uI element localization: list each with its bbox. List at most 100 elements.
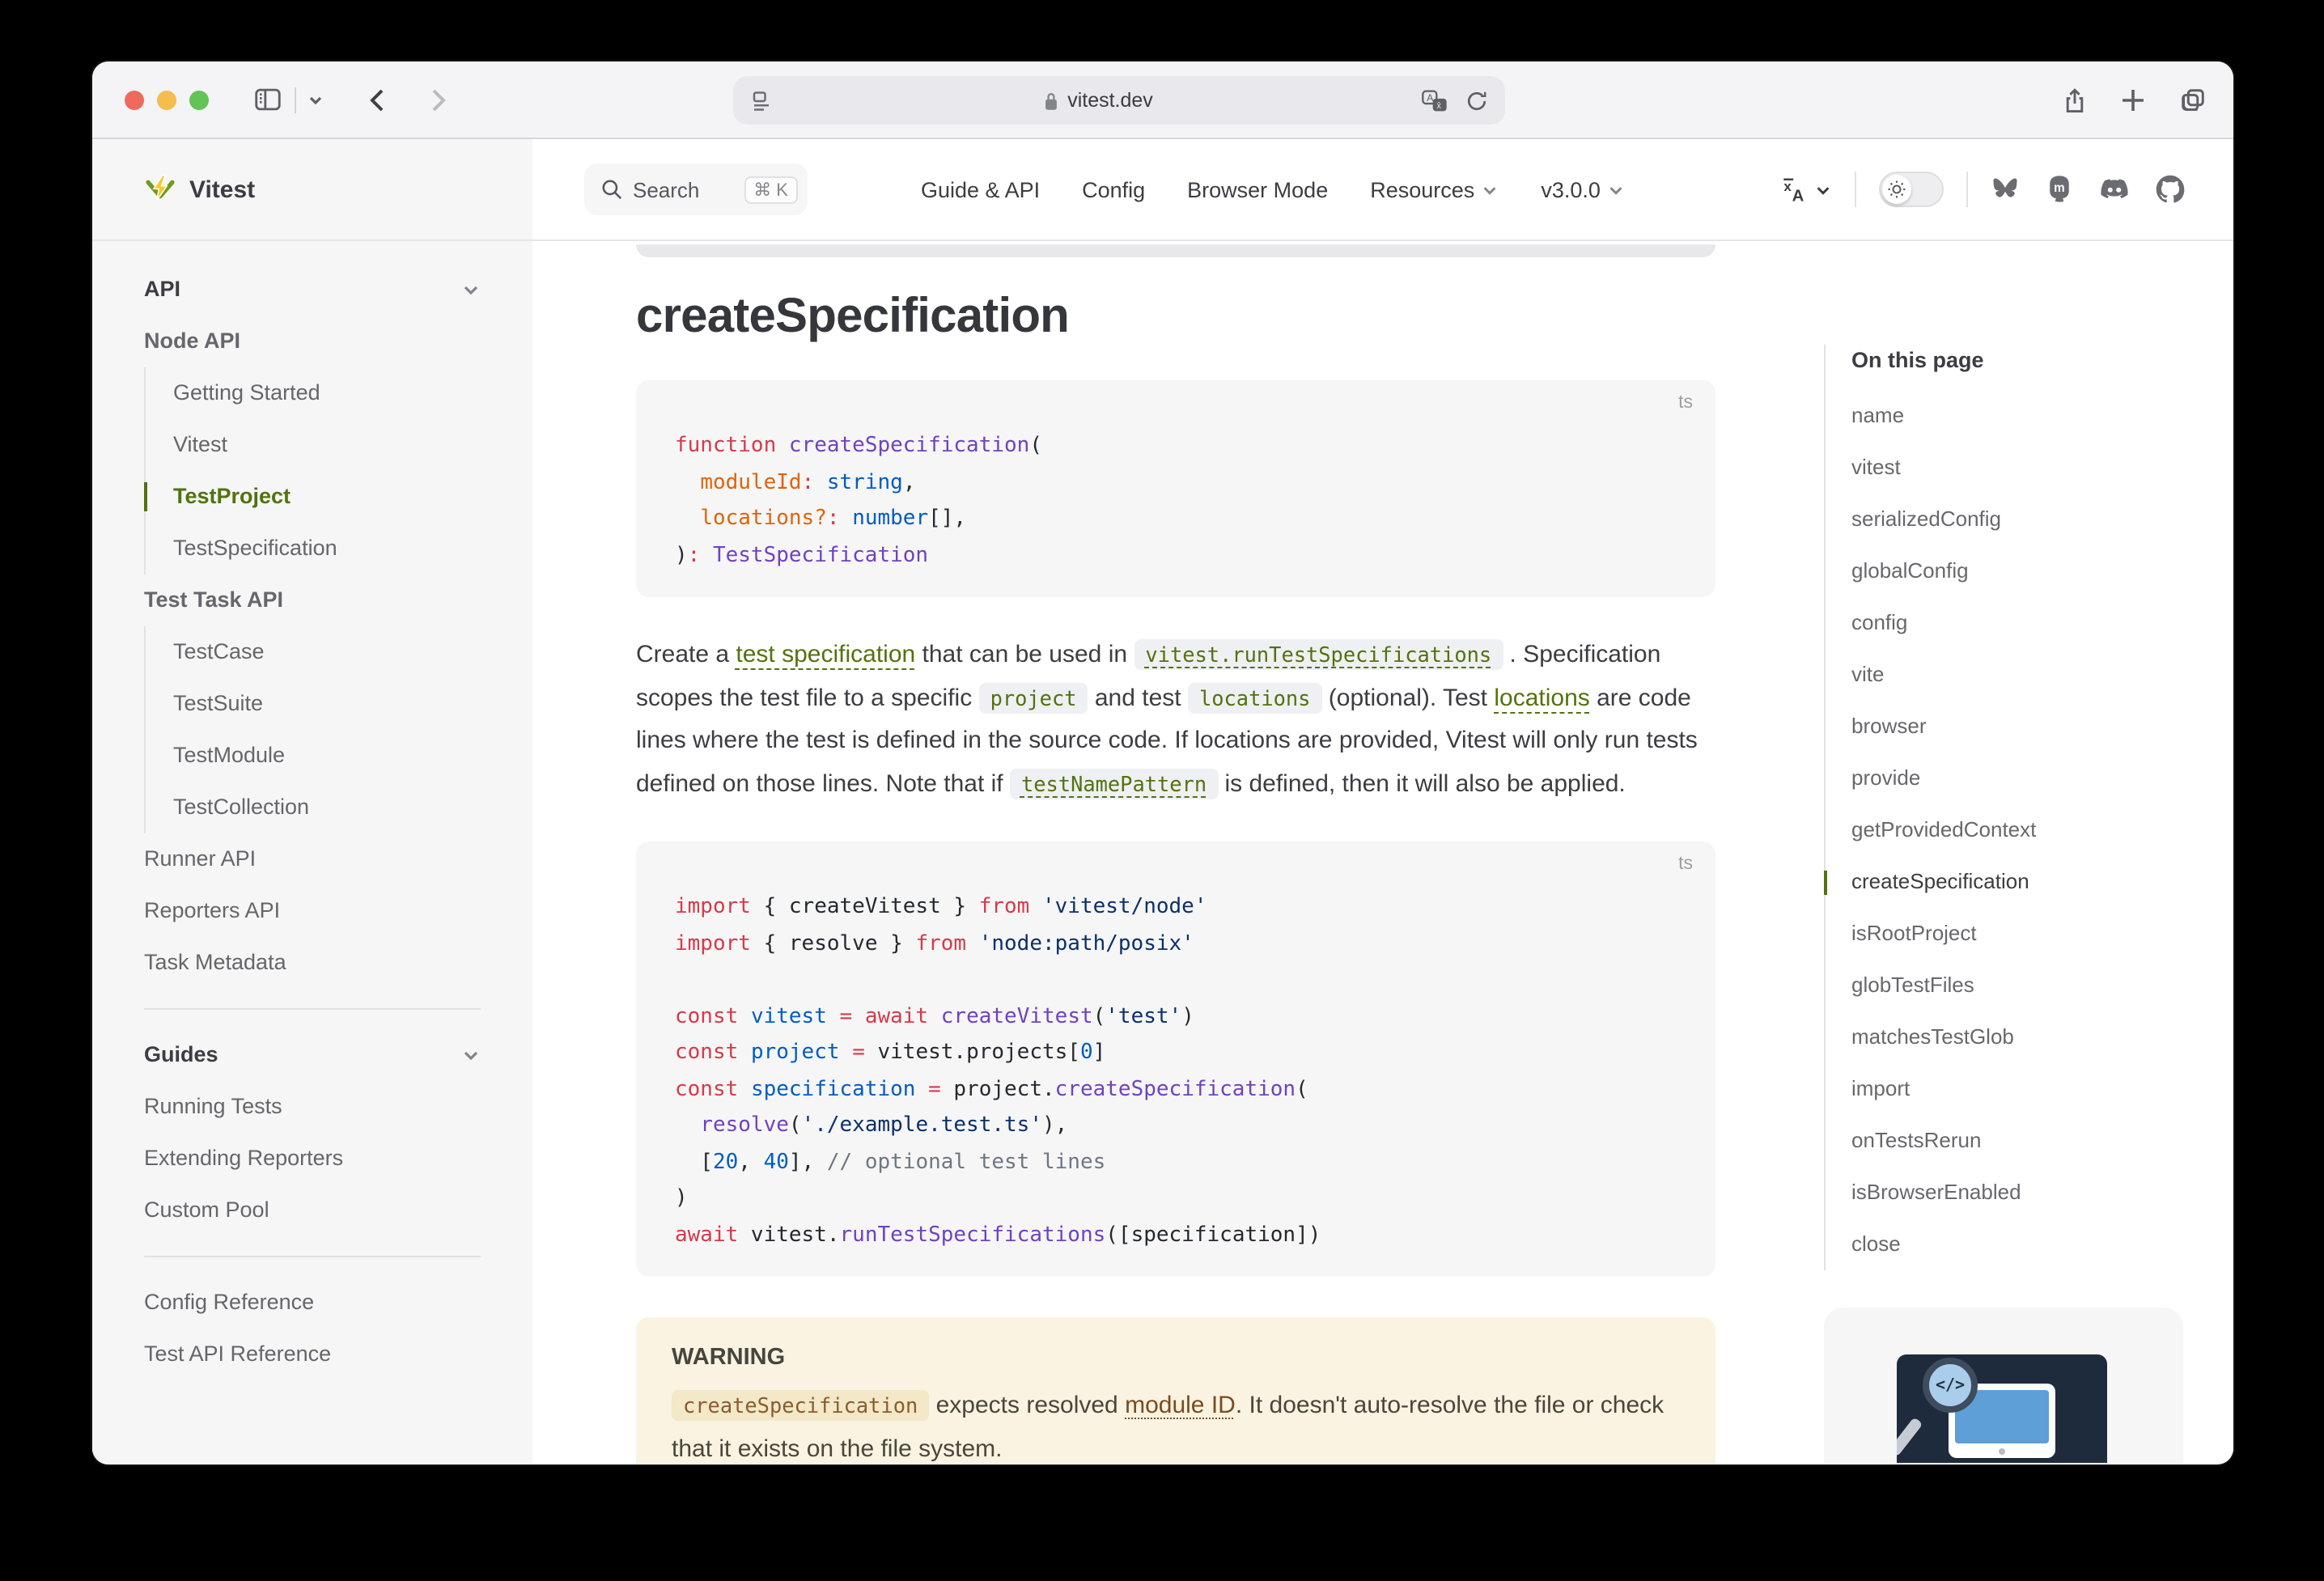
screen: vitest.dev A x̂ [0,0,2324,1581]
sidebar-item[interactable]: Vitest [146,419,481,471]
nav-resources[interactable]: Resources [1370,177,1499,201]
sidebar-item[interactable]: Test API Reference [144,1329,481,1380]
inline-code: project [979,682,1088,713]
github-icon[interactable] [2156,175,2185,204]
sidebar-section-test-task-api: Test Task API [144,574,481,626]
sidebar-item[interactable]: Task Metadata [144,937,481,989]
sidebar-group-guides[interactable]: Guides [144,1029,481,1081]
inline-code: createSpecification [672,1390,929,1421]
nav-guide-api[interactable]: Guide & API [921,177,1040,201]
toc-item[interactable]: globTestFiles [1851,960,2196,1011]
page-title: createSpecification [636,290,1715,345]
inline-code: locations [1188,682,1322,713]
toc-item[interactable]: config [1851,597,2196,649]
toc-item[interactable]: globalConfig [1851,545,2196,597]
vitest-logo-icon [144,173,176,206]
toc-item[interactable]: import [1851,1063,2196,1115]
site-header: Search ⌘ K Guide & API Config Browser Mo… [532,139,2233,241]
toc-item[interactable]: matchesTestGlob [1851,1011,2196,1063]
site-title: Vitest [189,176,255,203]
toc-item[interactable]: createSpecification [1851,856,2196,908]
tab-overview-icon[interactable] [2178,86,2207,115]
toc-item[interactable]: name [1851,390,2196,442]
minimize-window-button[interactable] [157,90,176,109]
sidebar-item[interactable]: Getting Started [146,367,481,419]
forward-button[interactable] [427,87,450,112]
sidebar-item[interactable]: TestSuite [146,678,481,730]
back-button[interactable] [366,87,388,112]
toc-item[interactable]: isBrowserEnabled [1851,1167,2196,1219]
toc-item[interactable]: onTestsRerun [1851,1115,2196,1167]
theme-toggle[interactable] [1879,172,1944,207]
toc-item[interactable]: isRootProject [1851,908,2196,960]
zoom-window-button[interactable] [189,90,209,109]
sidebar-item[interactable]: Config Reference [144,1277,481,1329]
new-tab-icon[interactable] [2120,87,2146,113]
site-logo[interactable]: Vitest [92,139,532,241]
url-text: vitest.dev [774,89,1421,112]
nav-version-label: v3.0.0 [1541,177,1601,201]
sponsor-card[interactable]: </> [1824,1308,2183,1463]
sidebar-item[interactable]: Running Tests [144,1081,481,1133]
chevron-down-icon[interactable] [307,91,324,108]
lock-icon [1041,90,1059,111]
sidebar-guides-links: Running TestsExtending ReportersCustom P… [144,1081,481,1236]
on-this-page: On this page namevitestserializedConfigg… [1824,345,2196,1270]
sidebar-node-api-items: Getting StartedVitestTestProjectTestSpec… [144,367,481,574]
toc-item[interactable]: vitest [1851,442,2196,494]
toc-item[interactable]: browser [1851,701,2196,752]
code-language-badge: ts [1678,393,1693,413]
warning-title: WARNING [672,1345,1680,1371]
reload-icon[interactable] [1465,88,1489,112]
sidebar-group-api[interactable]: API [144,264,481,316]
sidebar-group-guides-label: Guides [144,1029,218,1081]
toc-item[interactable]: serializedConfig [1851,494,2196,545]
chevron-down-icon [461,1045,481,1065]
sun-icon [1887,180,1906,199]
code-block-signature[interactable]: ts function createSpecification( moduleI… [636,380,1715,597]
toc-item[interactable]: provide [1851,752,2196,804]
discord-icon[interactable] [2099,176,2130,202]
address-bar[interactable]: vitest.dev A x̂ [733,76,1505,125]
reader-icon[interactable] [749,88,774,112]
chevron-down-icon [461,280,481,299]
close-window-button[interactable] [125,90,144,109]
header-divider [1966,172,1968,207]
inline-link[interactable]: test specification [736,641,915,668]
search-input[interactable]: Search ⌘ K [584,163,808,215]
mastodon-icon[interactable]: m [2046,175,2073,204]
inline-link[interactable]: testNamePattern [1010,768,1218,799]
inline-link[interactable]: locations [1494,684,1589,711]
sidebar-item[interactable]: TestSpecification [146,523,481,574]
code-block-example[interactable]: ts import { createVitest } from 'vitest/… [636,841,1715,1277]
sidebar-item[interactable]: TestProject [146,471,481,523]
sidebar-nav: API Node API Getting StartedVitestTestPr… [92,241,532,1380]
chevron-down-icon [1607,180,1625,198]
sidebar-item[interactable]: Custom Pool [144,1185,481,1236]
sidebar-item[interactable]: TestCollection [146,782,481,833]
language-menu[interactable]: x A [1780,176,1832,203]
warning-body: createSpecification expects resolved mod… [672,1385,1680,1463]
sidebar-group-api-label: API [144,264,180,316]
sidebar-item[interactable]: TestModule [146,730,481,782]
social-links: m [1991,175,2185,204]
toc-item[interactable]: vite [1851,649,2196,701]
toc-item[interactable]: close [1851,1219,2196,1270]
sidebar-item[interactable]: Extending Reporters [144,1133,481,1185]
nav-browser-mode[interactable]: Browser Mode [1187,177,1328,201]
sidebar-item[interactable]: TestCase [146,626,481,678]
nav-config[interactable]: Config [1082,177,1145,201]
magnifier-icon: </> [1923,1358,1978,1413]
toc-title: On this page [1851,345,2196,377]
share-icon[interactable] [2062,86,2088,115]
nav-version[interactable]: v3.0.0 [1541,177,1625,201]
sidebar-item[interactable]: Reporters API [144,885,481,937]
sidebar-item[interactable]: Runner API [144,833,481,885]
inline-link[interactable]: module ID [1125,1392,1236,1419]
doc-article: createSpecification ts function createSp… [636,241,1715,1463]
inline-link[interactable]: vitest.runTestSpecifications [1134,639,1503,670]
translate-icon[interactable]: A x̂ [1421,88,1448,112]
sidebar-toggle-icon[interactable] [252,84,283,115]
bluesky-icon[interactable] [1991,176,2020,202]
toc-item[interactable]: getProvidedContext [1851,804,2196,856]
